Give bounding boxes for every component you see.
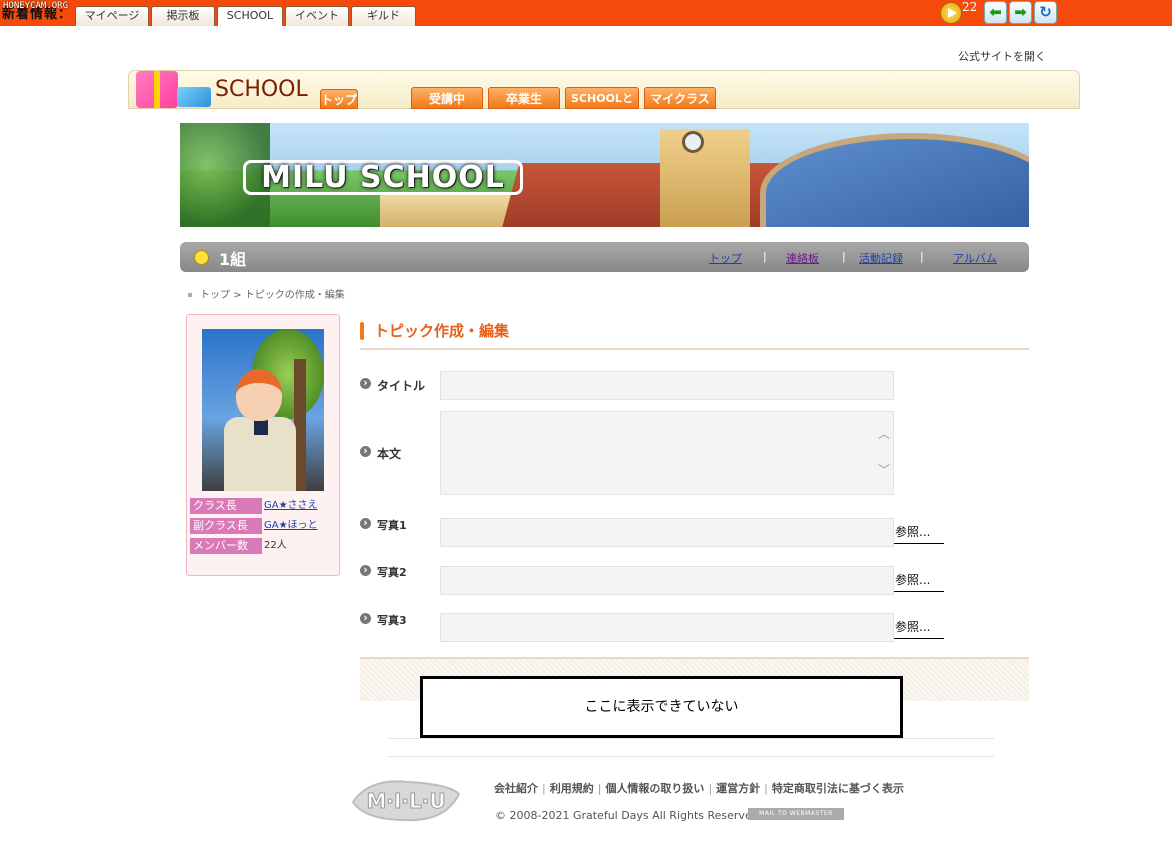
tab-school[interactable]: SCHOOL: [217, 6, 283, 26]
photo3-browse-button[interactable]: 参照...: [894, 614, 944, 639]
mail-webmaster-button[interactable]: MAIL TO WEBMASTER: [748, 808, 844, 820]
milu-logo: M·I·L·U: [351, 780, 461, 822]
footer-divider: [388, 756, 994, 757]
school-brand: SCHOOL: [215, 77, 308, 102]
class-link-separator: |: [763, 250, 767, 263]
photo1-browse-button[interactable]: 参照...: [894, 519, 944, 544]
school-tab-top[interactable]: トップ: [320, 89, 358, 109]
footer-link-company[interactable]: 会社紹介: [494, 782, 538, 795]
play-icon[interactable]: [940, 2, 962, 24]
info-value: 22人: [264, 540, 287, 551]
footer-link-separator: |: [542, 782, 546, 795]
info-key: メンバー数: [190, 538, 262, 554]
class-link-separator: |: [842, 250, 846, 263]
notification-count: 22: [962, 0, 978, 14]
class-bar: 1組 トップ | 連絡板 | 活動記録 | アルバム: [180, 242, 1029, 272]
footer-link-separator: |: [597, 782, 602, 795]
school-tab-myclass[interactable]: マイクラス: [644, 87, 716, 109]
footer-link-policy[interactable]: 運営方針: [716, 782, 760, 795]
breadcrumb-current: トピックの作成・編集: [244, 290, 345, 301]
top-bar: 新着情報： HONEYCAM.ORG マイページ 掲示板 SCHOOL イベント…: [0, 0, 1172, 26]
tab-bulletin-board[interactable]: 掲示板: [151, 6, 215, 26]
gift-box-icon: [136, 71, 178, 108]
class-info-panel: クラス長 GA★ささえ 副クラス長 GA★ほっと メンバー数 22人: [186, 314, 340, 576]
not-displayed-notice: ここに表示できていない: [420, 676, 903, 738]
footer-links: 会社紹介 | 利用規約 | 個人情報の取り扱い | 運営方針 | 特定商取引法に基づく表示: [494, 780, 904, 796]
clock-tower-image: [660, 129, 750, 227]
school-tab-graduates[interactable]: 卒業生: [488, 87, 560, 109]
back-arrow-icon[interactable]: ⬅: [984, 1, 1007, 24]
dome-image: [760, 133, 1029, 227]
info-value-link[interactable]: GA★ささえ: [264, 498, 318, 514]
class-avatar: [202, 329, 324, 491]
class-name: 1組: [219, 250, 247, 269]
footer-link-terms[interactable]: 利用規約: [550, 782, 594, 795]
smiley-icon: [194, 250, 209, 265]
class-link-activity-log[interactable]: 活動記録: [859, 250, 903, 266]
title-label: タイトル: [360, 377, 425, 394]
school-tab-enrolled[interactable]: 受講中: [411, 87, 483, 109]
divider: [360, 348, 1029, 350]
info-key: 副クラス長: [190, 518, 262, 534]
class-link-contact-board[interactable]: 連絡板: [786, 250, 819, 266]
banner-title: MILU SCHOOL: [243, 160, 523, 195]
footer-link-privacy[interactable]: 個人情報の取り扱い: [605, 782, 704, 795]
clock-icon: [682, 131, 704, 153]
class-link-album[interactable]: アルバム: [953, 250, 997, 266]
photo1-label: 写真1: [360, 517, 407, 533]
body-textarea[interactable]: [440, 411, 894, 495]
photo2-browse-button[interactable]: 参照...: [894, 567, 944, 592]
copyright-text: © 2008-2021 Grateful Days All Rights Res…: [495, 809, 763, 822]
forward-arrow-icon[interactable]: ➡: [1009, 1, 1032, 24]
class-link-top[interactable]: トップ: [709, 250, 742, 266]
school-nav: SCHOOL トップ 受講中 卒業生 SCHOOLとは マイクラス: [128, 70, 1080, 126]
tab-event[interactable]: イベント: [285, 6, 349, 26]
info-key: クラス長: [190, 498, 262, 514]
breadcrumb-home[interactable]: トップ: [200, 290, 230, 301]
footer-divider: [388, 738, 994, 739]
info-value-link[interactable]: GA★ほっと: [264, 518, 318, 534]
scroll-up-icon[interactable]: ︿: [878, 428, 890, 440]
body-label: 本文: [360, 445, 401, 462]
photo2-label: 写真2: [360, 564, 407, 580]
scroll-down-icon[interactable]: ﹀: [878, 464, 890, 476]
footer-link-commerce-law[interactable]: 特定商取引法に基づく表示: [772, 782, 904, 795]
avatar-head-image: [236, 369, 282, 421]
form-heading: トピック作成・編集: [360, 320, 509, 342]
breadcrumb-separator: >: [233, 290, 242, 301]
school-banner: MILU SCHOOL: [180, 123, 1029, 227]
refresh-icon[interactable]: ↻: [1034, 1, 1057, 24]
tab-mypage[interactable]: マイページ: [75, 6, 149, 26]
class-link-separator: |: [920, 250, 924, 263]
logo-text: M·I·L·U: [366, 789, 445, 813]
gift-box-small-icon: [177, 87, 211, 107]
title-input[interactable]: [440, 371, 894, 400]
official-site-link[interactable]: 公式サイトを開く: [958, 48, 1046, 64]
photo3-label: 写真3: [360, 612, 407, 628]
photo1-file-field[interactable]: [440, 518, 894, 547]
bullet-icon: [188, 293, 192, 297]
photo3-file-field[interactable]: [440, 613, 894, 642]
school-tab-about[interactable]: SCHOOLとは: [565, 87, 639, 126]
photo2-file-field[interactable]: [440, 566, 894, 595]
tab-guild[interactable]: ギルド: [351, 6, 416, 26]
breadcrumb: トップ > トピックの作成・編集: [188, 286, 345, 301]
footer-link-separator: |: [708, 782, 713, 795]
watermark: HONEYCAM.ORG: [3, 1, 69, 11]
footer-link-separator: |: [764, 782, 768, 795]
